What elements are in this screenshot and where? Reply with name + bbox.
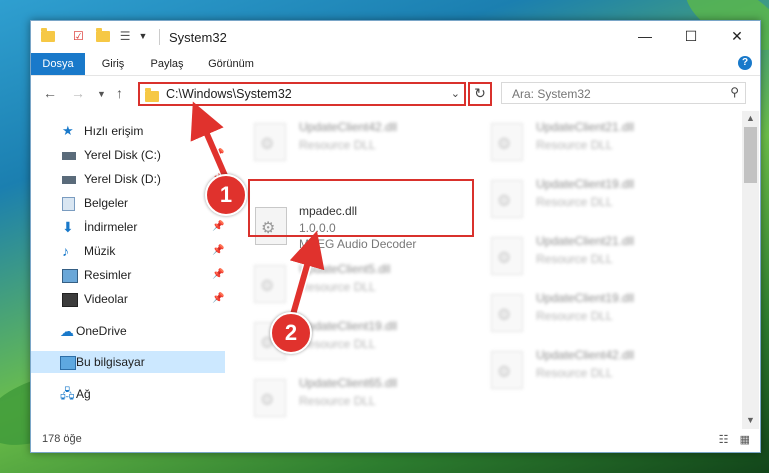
callout-arrows — [190, 101, 325, 323]
callout-badge-1: 1 — [205, 174, 247, 216]
callout-badge-2: 2 — [270, 312, 312, 354]
